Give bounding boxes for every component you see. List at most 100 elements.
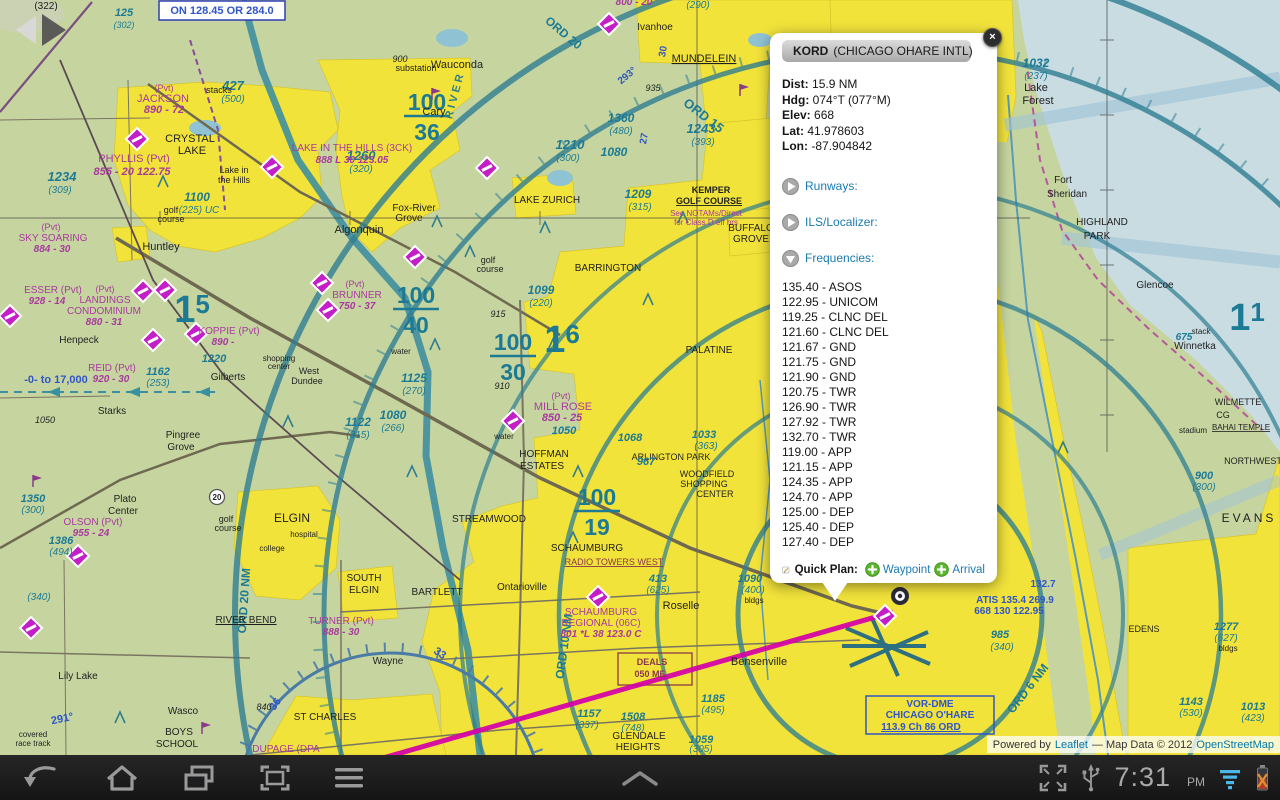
map-label: 1157 [577, 708, 602, 720]
map-label: ESSER (Pvt) [24, 285, 82, 296]
map-label: (337) [575, 720, 598, 731]
map-label: 1050 [35, 415, 55, 425]
map-label: Grove [395, 213, 423, 224]
map-label: 1032 [1023, 56, 1050, 70]
map-label: (400) [741, 585, 764, 596]
map-label: (Pvt) [42, 222, 61, 232]
map-label: stacks [206, 85, 232, 95]
map-label: (748) [621, 723, 644, 734]
frequency-item: 124.35 - APP [782, 475, 985, 490]
menu-button[interactable] [332, 764, 366, 792]
map-label: SCHAUMBURG [565, 607, 637, 618]
map-label: 1360 [608, 111, 635, 125]
map-label: SCHOOL [156, 739, 199, 750]
map-label: Plato [114, 494, 137, 505]
map-label: bldgs [1218, 644, 1237, 653]
map-label: (315) [628, 202, 651, 213]
recent-apps-button[interactable] [180, 762, 218, 794]
notification-pull[interactable] [618, 755, 662, 800]
frequency-item: 121.60 - CLNC DEL [782, 325, 985, 340]
add-arrival-button[interactable]: Arrival [934, 562, 985, 577]
back-button[interactable] [20, 761, 64, 795]
svg-text:100: 100 [494, 329, 532, 355]
map-label: 985 [991, 629, 1010, 641]
frequency-item: 127.40 - DEP [782, 535, 985, 550]
map-label: (530) [1179, 708, 1202, 719]
map-label: 1508 [621, 711, 646, 723]
map-label: (220) [529, 298, 552, 309]
map-label: 1080 [601, 145, 628, 159]
frequency-item: 124.70 - APP [782, 490, 985, 505]
map-label: DUPAGE (DPA [252, 744, 320, 755]
runways-link[interactable]: Runways: [805, 179, 858, 193]
map-label: water [390, 347, 411, 356]
map-label: 1080 [380, 408, 407, 422]
section-runways[interactable]: Runways: [782, 178, 985, 195]
frequencies-link[interactable]: Frequencies: [805, 251, 874, 265]
map-label: CONDOMINIUM [67, 306, 141, 317]
screenshot-icon [258, 763, 292, 793]
map-label: 1050 [552, 425, 577, 437]
map-label: 413 [648, 573, 667, 585]
leaflet-link[interactable]: Leaflet [1055, 739, 1088, 751]
map-label: (300) [1192, 482, 1215, 493]
close-icon[interactable]: × [983, 28, 1002, 47]
screenshot-button[interactable] [256, 761, 294, 795]
map-label: Wasco [168, 706, 199, 717]
map-label: 750 - 37 [339, 301, 376, 312]
map-label: BOYS [165, 727, 193, 738]
map-label: KEMPER [692, 185, 731, 195]
map-label: RADIO TOWERS WEST [565, 557, 664, 567]
map-pan-arrows[interactable] [12, 12, 70, 50]
map-label: water [493, 432, 514, 441]
info-row: Hdg: 074°T (077°M) [782, 93, 985, 109]
map-label: bldgs [744, 596, 763, 605]
openstreetmap-link[interactable]: OpenStreetMap [1196, 739, 1274, 751]
map-label: (302) [113, 20, 134, 30]
map-label: Dundee [291, 376, 323, 386]
map-label: Wauconda [431, 59, 484, 71]
map-label: HIGHLAND [1076, 217, 1128, 228]
home-icon [104, 763, 140, 793]
frequency-item: 119.25 - CLNC DEL [782, 310, 985, 325]
pan-left-icon[interactable] [16, 16, 36, 44]
map-label: (393) [691, 137, 714, 148]
svg-text:100: 100 [397, 282, 435, 308]
map-label: 890 - [212, 337, 235, 348]
map-label: LAKE [178, 145, 206, 157]
map-label: the Hills [218, 175, 251, 185]
map-label: (340) [27, 592, 50, 603]
menu-icon [334, 766, 364, 790]
section-ils[interactable]: ILS/Localizer: [782, 214, 985, 231]
home-button[interactable] [102, 761, 142, 795]
frequency-item: 125.00 - DEP [782, 505, 985, 520]
frequency-list: 135.40 - ASOS 122.95 - UNICOM 119.25 - C… [782, 280, 985, 550]
add-waypoint-button[interactable]: Waypoint [865, 562, 931, 577]
map-label: REID (Pvt) [88, 363, 136, 374]
pan-right-icon[interactable] [42, 14, 66, 46]
map-label: (270) [402, 386, 425, 397]
frequency-item: 121.75 - GND [782, 355, 985, 370]
svg-text:40: 40 [403, 312, 429, 338]
map-label: ELGIN [349, 585, 379, 596]
status-cluster[interactable]: 7:31 PM [1038, 755, 1270, 800]
frequency-item: 132.70 - TWR [782, 430, 985, 445]
ils-localizer-link[interactable]: ILS/Localizer: [805, 215, 878, 229]
map-label: Bensenville [731, 656, 787, 668]
map-label: ATIS 135.4 269.9 [976, 595, 1054, 606]
map-label: 1185 [701, 693, 726, 705]
map-label: MUNDELEIN [672, 53, 737, 65]
sectional-map[interactable]: 10036100401003010019161511(322)125(302)O… [0, 0, 1280, 755]
plus-icon [865, 562, 880, 577]
map-label: 880 - 31 [86, 317, 123, 328]
attribution-text: — Map Data © 2012 [1092, 739, 1192, 751]
map-label: (500) [221, 94, 244, 105]
map-label: 1013 [1241, 701, 1265, 713]
map-label: 884 - 30 [34, 244, 71, 255]
map-label: Fort [1054, 175, 1072, 186]
map-label: ELGIN [274, 511, 310, 525]
map-label: Algonquin [335, 224, 384, 236]
map-label: Huntley [142, 241, 180, 253]
map-label: (480) [609, 126, 632, 137]
section-frequencies[interactable]: Frequencies: [782, 250, 985, 267]
